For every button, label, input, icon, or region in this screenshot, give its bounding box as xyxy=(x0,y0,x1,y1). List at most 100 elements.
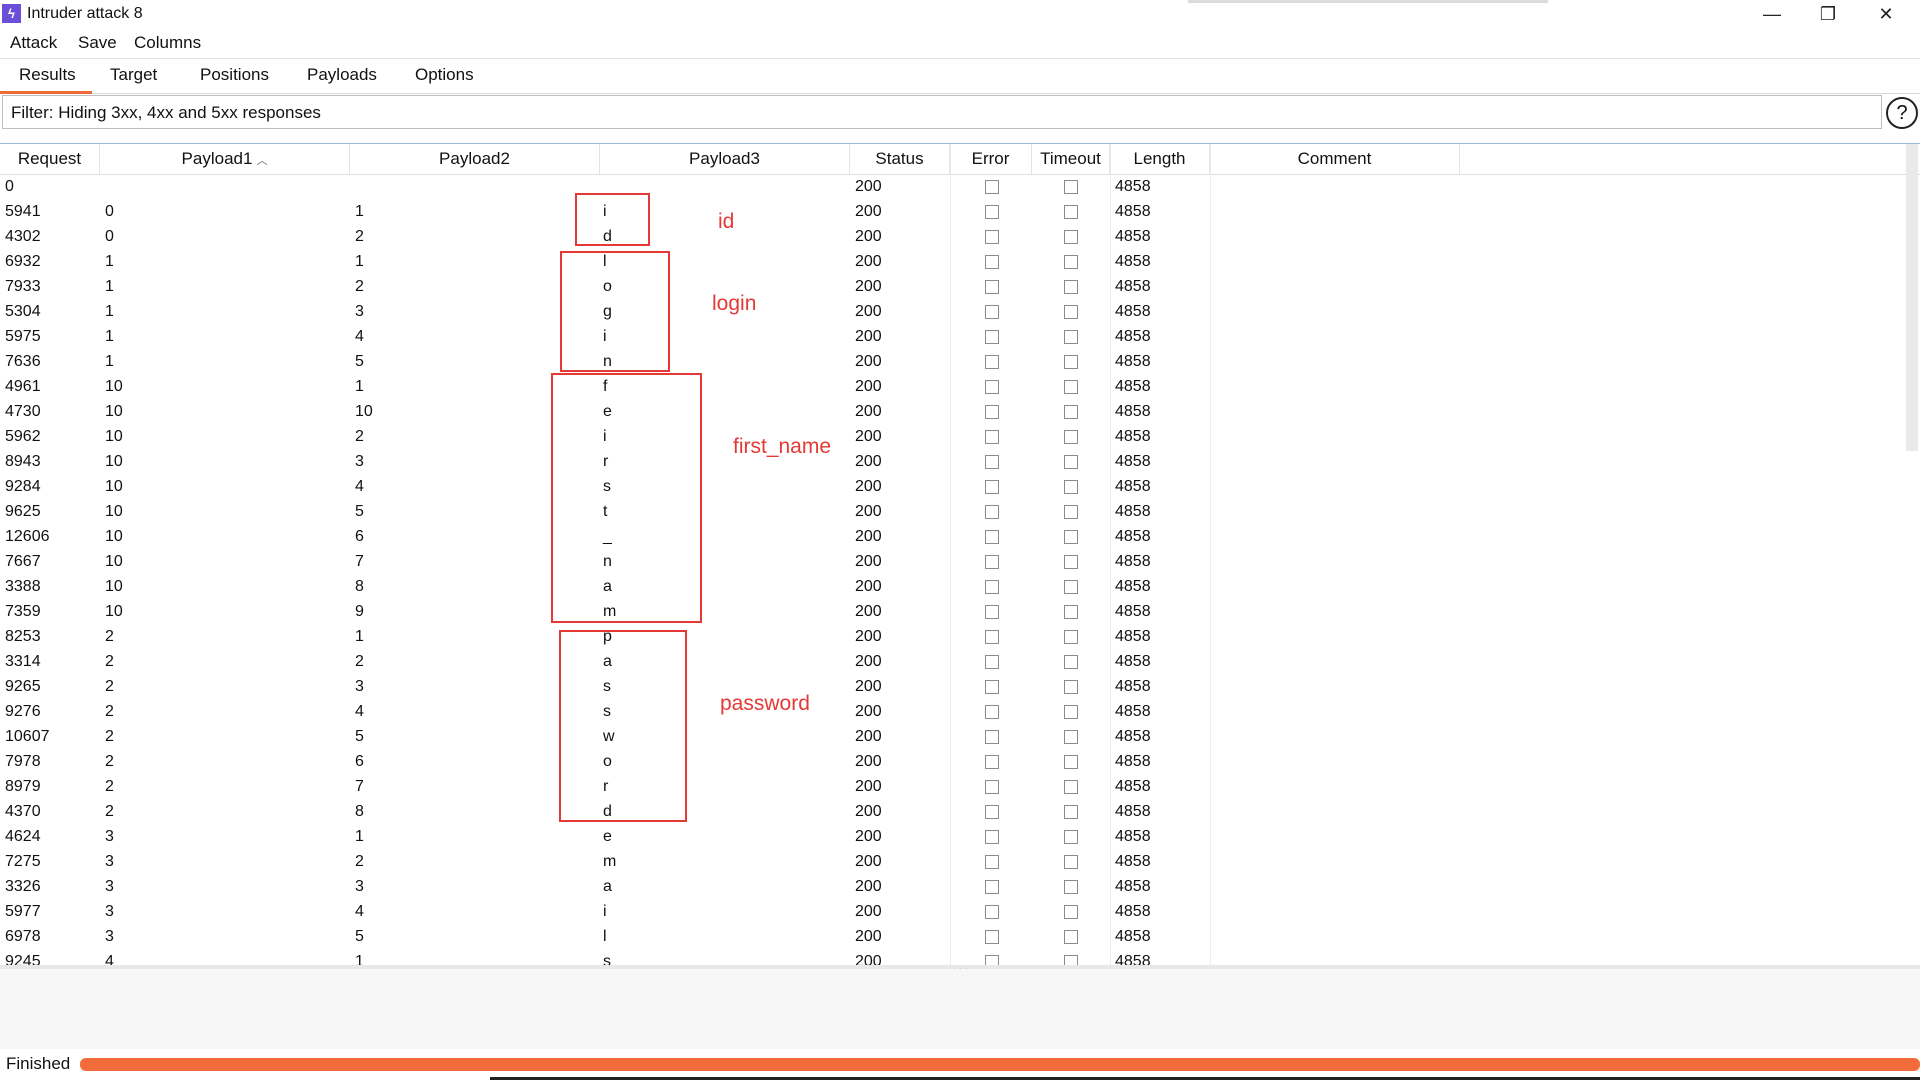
table-row[interactable]: 3388 10 8 a 200 4858 xyxy=(0,575,1910,600)
timeout-checkbox[interactable] xyxy=(1064,205,1078,219)
table-row[interactable]: 6932 1 1 l 200 4858 xyxy=(0,250,1910,275)
error-checkbox[interactable] xyxy=(985,455,999,469)
header-request[interactable]: Request xyxy=(0,144,100,174)
table-row[interactable]: 7636 1 5 n 200 4858 xyxy=(0,350,1910,375)
error-checkbox[interactable] xyxy=(985,555,999,569)
tab-results[interactable]: Results xyxy=(19,65,76,85)
table-row[interactable]: 9284 10 4 s 200 4858 xyxy=(0,475,1910,500)
table-row[interactable]: 4730 10 10 e 200 4858 xyxy=(0,400,1910,425)
error-checkbox[interactable] xyxy=(985,580,999,594)
timeout-checkbox[interactable] xyxy=(1064,280,1078,294)
error-checkbox[interactable] xyxy=(985,780,999,794)
timeout-checkbox[interactable] xyxy=(1064,355,1078,369)
table-row[interactable]: 9276 2 4 s 200 4858 xyxy=(0,700,1910,725)
table-row[interactable]: 7978 2 6 o 200 4858 xyxy=(0,750,1910,775)
header-payload2[interactable]: Payload2 xyxy=(350,144,600,174)
timeout-checkbox[interactable] xyxy=(1064,755,1078,769)
table-row[interactable]: 8253 2 1 p 200 4858 xyxy=(0,625,1910,650)
close-button[interactable]: ✕ xyxy=(1858,0,1914,28)
table-row[interactable]: 4370 2 8 d 200 4858 xyxy=(0,800,1910,825)
table-row[interactable]: 9265 2 3 s 200 4858 xyxy=(0,675,1910,700)
timeout-checkbox[interactable] xyxy=(1064,805,1078,819)
table-row[interactable]: 7667 10 7 n 200 4858 xyxy=(0,550,1910,575)
header-status[interactable]: Status xyxy=(850,144,950,174)
table-row[interactable]: 0 200 4858 xyxy=(0,175,1910,200)
error-checkbox[interactable] xyxy=(985,655,999,669)
timeout-checkbox[interactable] xyxy=(1064,780,1078,794)
header-payload3[interactable]: Payload3 xyxy=(600,144,850,174)
table-row[interactable]: 4624 3 1 e 200 4858 xyxy=(0,825,1910,850)
error-checkbox[interactable] xyxy=(985,805,999,819)
error-checkbox[interactable] xyxy=(985,380,999,394)
timeout-checkbox[interactable] xyxy=(1064,555,1078,569)
table-row[interactable]: 5941 0 1 i 200 4858 xyxy=(0,200,1910,225)
table-row[interactable]: 6978 3 5 l 200 4858 xyxy=(0,925,1910,950)
tab-options[interactable]: Options xyxy=(415,65,474,85)
table-row[interactable]: 5304 1 3 g 200 4858 xyxy=(0,300,1910,325)
error-checkbox[interactable] xyxy=(985,855,999,869)
timeout-checkbox[interactable] xyxy=(1064,505,1078,519)
error-checkbox[interactable] xyxy=(985,280,999,294)
error-checkbox[interactable] xyxy=(985,730,999,744)
help-icon[interactable]: ? xyxy=(1886,97,1918,129)
table-row[interactable]: 3314 2 2 a 200 4858 xyxy=(0,650,1910,675)
tab-positions[interactable]: Positions xyxy=(200,65,269,85)
error-checkbox[interactable] xyxy=(985,255,999,269)
menu-save[interactable]: Save xyxy=(78,33,117,53)
timeout-checkbox[interactable] xyxy=(1064,305,1078,319)
header-error[interactable]: Error xyxy=(950,144,1032,174)
table-row[interactable]: 5975 1 4 i 200 4858 xyxy=(0,325,1910,350)
error-checkbox[interactable] xyxy=(985,205,999,219)
error-checkbox[interactable] xyxy=(985,505,999,519)
timeout-checkbox[interactable] xyxy=(1064,730,1078,744)
header-length[interactable]: Length xyxy=(1110,144,1210,174)
error-checkbox[interactable] xyxy=(985,405,999,419)
error-checkbox[interactable] xyxy=(985,305,999,319)
error-checkbox[interactable] xyxy=(985,880,999,894)
table-row[interactable]: 7275 3 2 m 200 4858 xyxy=(0,850,1910,875)
vertical-scrollbar[interactable] xyxy=(1906,144,1918,451)
table-row[interactable]: 12606 10 6 _ 200 4858 xyxy=(0,525,1910,550)
timeout-checkbox[interactable] xyxy=(1064,630,1078,644)
timeout-checkbox[interactable] xyxy=(1064,480,1078,494)
header-comment[interactable]: Comment xyxy=(1210,144,1460,174)
error-checkbox[interactable] xyxy=(985,180,999,194)
timeout-checkbox[interactable] xyxy=(1064,180,1078,194)
error-checkbox[interactable] xyxy=(985,905,999,919)
menu-attack[interactable]: Attack xyxy=(10,33,57,53)
error-checkbox[interactable] xyxy=(985,480,999,494)
table-row[interactable]: 7933 1 2 o 200 4858 xyxy=(0,275,1910,300)
timeout-checkbox[interactable] xyxy=(1064,880,1078,894)
table-row[interactable]: 5977 3 4 i 200 4858 xyxy=(0,900,1910,925)
tab-payloads[interactable]: Payloads xyxy=(307,65,377,85)
timeout-checkbox[interactable] xyxy=(1064,855,1078,869)
timeout-checkbox[interactable] xyxy=(1064,255,1078,269)
timeout-checkbox[interactable] xyxy=(1064,530,1078,544)
menu-columns[interactable]: Columns xyxy=(134,33,201,53)
table-row[interactable]: 7359 10 9 m 200 4858 xyxy=(0,600,1910,625)
table-row[interactable]: 3326 3 3 a 200 4858 xyxy=(0,875,1910,900)
timeout-checkbox[interactable] xyxy=(1064,230,1078,244)
error-checkbox[interactable] xyxy=(985,830,999,844)
table-row[interactable]: 9625 10 5 t 200 4858 xyxy=(0,500,1910,525)
timeout-checkbox[interactable] xyxy=(1064,405,1078,419)
timeout-checkbox[interactable] xyxy=(1064,330,1078,344)
tab-target[interactable]: Target xyxy=(110,65,157,85)
timeout-checkbox[interactable] xyxy=(1064,430,1078,444)
filter-bar[interactable]: Filter: Hiding 3xx, 4xx and 5xx response… xyxy=(2,95,1882,129)
table-row[interactable]: 8943 10 3 r 200 4858 xyxy=(0,450,1910,475)
maximize-button[interactable]: ❐ xyxy=(1800,0,1856,28)
error-checkbox[interactable] xyxy=(985,330,999,344)
table-row[interactable]: 4961 10 1 f 200 4858 xyxy=(0,375,1910,400)
table-row[interactable]: 5962 10 2 i 200 4858 xyxy=(0,425,1910,450)
table-row[interactable]: 10607 2 5 w 200 4858 xyxy=(0,725,1910,750)
timeout-checkbox[interactable] xyxy=(1064,455,1078,469)
error-checkbox[interactable] xyxy=(985,230,999,244)
error-checkbox[interactable] xyxy=(985,605,999,619)
error-checkbox[interactable] xyxy=(985,430,999,444)
timeout-checkbox[interactable] xyxy=(1064,655,1078,669)
error-checkbox[interactable] xyxy=(985,355,999,369)
error-checkbox[interactable] xyxy=(985,705,999,719)
timeout-checkbox[interactable] xyxy=(1064,905,1078,919)
timeout-checkbox[interactable] xyxy=(1064,680,1078,694)
